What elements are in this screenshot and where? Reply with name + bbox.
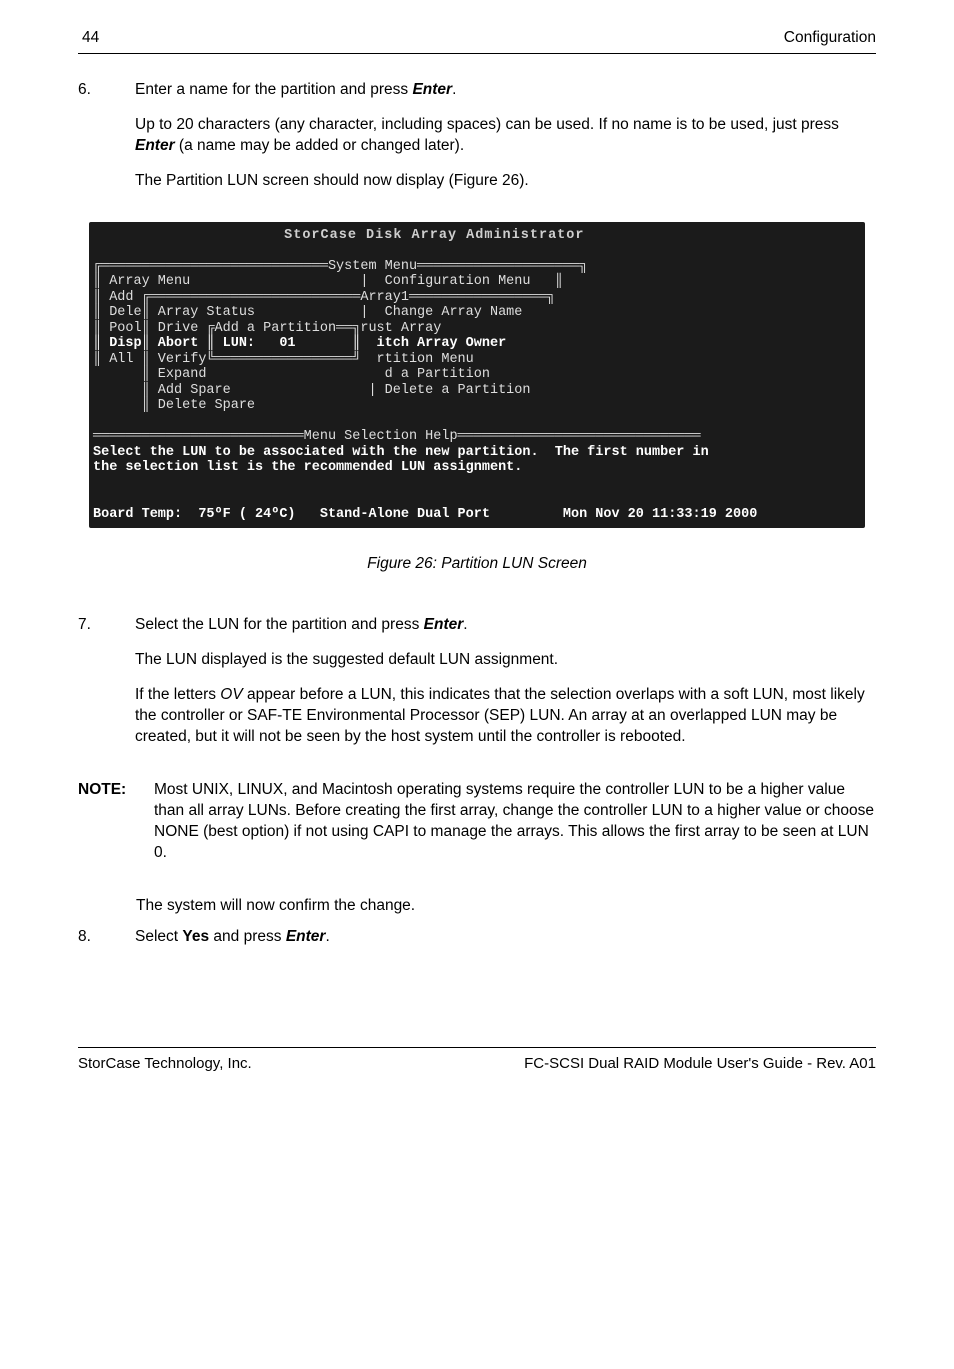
step-7-line1: Select the LUN for the partition and pre… bbox=[135, 615, 876, 636]
terminal-content: StorCase Disk Array Administrator ╔═════… bbox=[91, 224, 863, 527]
confirm-paragraph: The system will now confirm the change. bbox=[136, 896, 876, 917]
header-rule bbox=[78, 53, 876, 54]
figure-26-caption: Figure 26: Partition LUN Screen bbox=[78, 554, 876, 575]
step-8-line: Select Yes and press Enter. bbox=[135, 927, 876, 948]
step-6-para2: Up to 20 characters (any character, incl… bbox=[135, 115, 876, 157]
step-8: 8. Select Yes and press Enter. bbox=[78, 927, 876, 948]
section-title: Configuration bbox=[784, 28, 876, 49]
page-number: 44 bbox=[82, 28, 99, 49]
note-label: NOTE: bbox=[78, 780, 134, 864]
step-7-para3: If the letters OV appear before a LUN, t… bbox=[135, 685, 876, 748]
terminal-screenshot: StorCase Disk Array Administrator ╔═════… bbox=[78, 222, 876, 529]
step-7: 7. Select the LUN for the partition and … bbox=[78, 615, 876, 748]
step-6-number: 6. bbox=[78, 80, 90, 192]
page-header: 44 Configuration bbox=[78, 28, 876, 49]
step-6-para3: The Partition LUN screen should now disp… bbox=[135, 171, 876, 192]
footer-left: StorCase Technology, Inc. bbox=[78, 1054, 252, 1074]
confirm-paragraph-wrap: The system will now confirm the change. bbox=[136, 896, 876, 917]
note-block: NOTE: Most UNIX, LINUX, and Macintosh op… bbox=[78, 780, 876, 864]
step-8-number: 8. bbox=[78, 927, 90, 948]
page-footer: StorCase Technology, Inc. FC-SCSI Dual R… bbox=[78, 1054, 876, 1104]
footer-rule bbox=[78, 1047, 876, 1048]
step-6: 6. Enter a name for the partition and pr… bbox=[78, 80, 876, 192]
step-7-number: 7. bbox=[78, 615, 90, 748]
note-body: Most UNIX, LINUX, and Macintosh operatin… bbox=[154, 780, 876, 864]
footer-right: FC-SCSI Dual RAID Module User's Guide - … bbox=[524, 1054, 876, 1074]
step-6-line1: Enter a name for the partition and press… bbox=[135, 80, 876, 101]
step-7-para2: The LUN displayed is the suggested defau… bbox=[135, 650, 876, 671]
